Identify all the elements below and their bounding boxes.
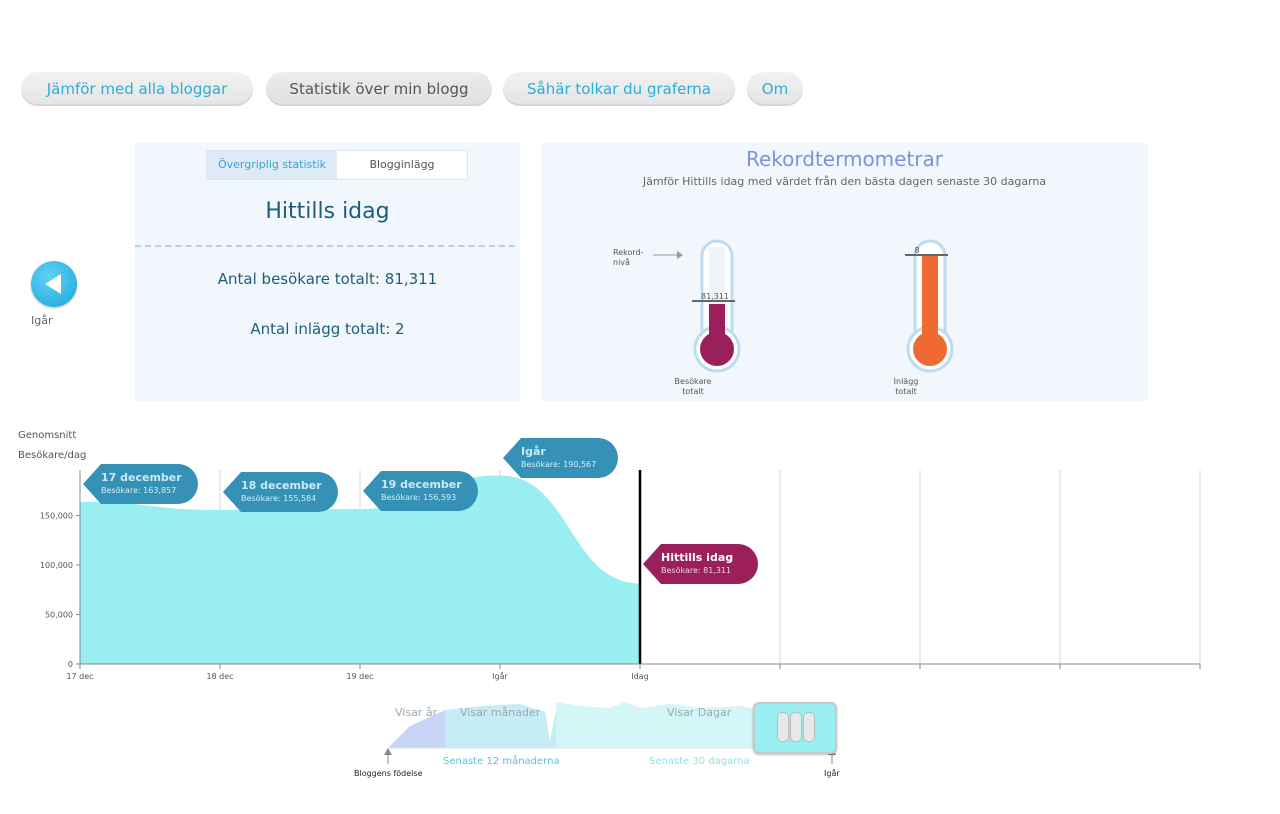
chart-callout-value: Besökare: 190,567 (521, 460, 596, 469)
chart-callout-value: Besökare: 163,857 (101, 486, 176, 495)
chart-callout-title: 17 december (101, 471, 182, 484)
tab-how-to-read-graphs[interactable]: Såhär tolkar du graferna (503, 72, 735, 106)
x-tick-label: 18 dec (206, 672, 233, 681)
grip-icon (803, 712, 815, 742)
subtab-overall-stats[interactable]: Övergriplig statistik (207, 151, 337, 179)
stats-title: Hittills idag (265, 199, 390, 224)
record-label-2: nivå (613, 257, 630, 267)
chart-callout-title: Hittills idag (661, 551, 733, 564)
arrow-up-icon (384, 748, 392, 755)
timeline-visar-ar: Visar år (395, 706, 438, 719)
thermometers-graphic: Rekord- nivå 81,311 Besökare totalt 8 In… (613, 239, 954, 396)
visitors-area-chart: 0 50,000 100,000 150,000 17 dec 18 dec 19 dec I… (40, 438, 1201, 681)
x-tick-label: Idag (631, 672, 648, 681)
timeline-blog-birth: Bloggens födelse (354, 769, 423, 778)
record-label-1: Rekord- (613, 248, 644, 257)
previous-day-button[interactable] (31, 261, 77, 307)
chart-callout-value: Besökare: 156,593 (381, 493, 456, 502)
visitors-thermo-label-2: totalt (682, 387, 703, 396)
chart-callout (643, 544, 758, 584)
x-tick-label: 17 dec (66, 672, 93, 681)
grip-icon (790, 712, 802, 742)
visitors-thermometer: 81,311 Besökare totalt (675, 239, 741, 396)
timeline-last-30-days: Senaste 30 dagarna (649, 756, 750, 767)
visitors-total: Antal besökare totalt: 81,311 (217, 270, 438, 288)
play-left-icon (45, 274, 61, 294)
visitors-thermo-value: 81,311 (701, 292, 729, 301)
visitors-thermo-label-1: Besökare (675, 377, 712, 386)
tab-compare-all-blogs[interactable]: Jämför med alla bloggar (21, 72, 253, 106)
timeline-range-handle[interactable] (753, 702, 837, 754)
chart-callout-title: Igår (521, 445, 546, 458)
grip-icon (777, 712, 789, 742)
posts-thermo-value: 8 (914, 246, 919, 255)
record-thermometers-panel: Rekordtermometrar Jämför Hittills idag m… (541, 143, 1148, 401)
previous-day-label: Igår (31, 314, 53, 327)
stats-subtabs: Övergriplig statistik Blogginlägg (206, 150, 468, 180)
x-tick-label: 19 dec (346, 672, 373, 681)
y-tick-label: 100,000 (40, 561, 73, 570)
posts-thermometer: 8 Inlägg totalt (894, 239, 954, 396)
x-tick-label: Igår (492, 671, 508, 681)
y-tick-label: 0 (68, 660, 73, 669)
chart-callout-title: 19 december (381, 478, 462, 491)
timeline-visar-dagar: Visar Dagar (667, 706, 732, 719)
tab-about[interactable]: Om (747, 72, 803, 106)
timeline-last-12-months: Senaste 12 månaderna (443, 754, 560, 767)
tab-my-blog-stats[interactable]: Statistik över min blogg (266, 72, 492, 106)
posts-thermo-label-1: Inlägg (894, 377, 919, 386)
y-tick-label: 150,000 (40, 512, 73, 521)
subtab-blog-posts[interactable]: Blogginlägg (337, 151, 467, 179)
chart-callout (223, 472, 338, 512)
posts-thermo-label-2: totalt (895, 387, 916, 396)
timeline-yesterday: Igår (824, 768, 840, 778)
chart-callout-title: 18 december (241, 479, 322, 492)
chart-callout (503, 438, 618, 478)
chart-callout (363, 471, 478, 511)
chart-callout-value: Besökare: 155,584 (241, 494, 316, 503)
posts-total: Antal inlägg totalt: 2 (250, 320, 405, 338)
timeline-visar-manader: Visar månader (460, 706, 541, 719)
y-tick-label: 50,000 (45, 611, 73, 620)
chart-callout-value: Besökare: 81,311 (661, 566, 731, 575)
chart-callout (83, 464, 198, 504)
arrow-right-icon (677, 251, 683, 259)
divider (135, 245, 515, 247)
stats-panel: Övergriplig statistik Blogginlägg Hittil… (135, 143, 520, 401)
